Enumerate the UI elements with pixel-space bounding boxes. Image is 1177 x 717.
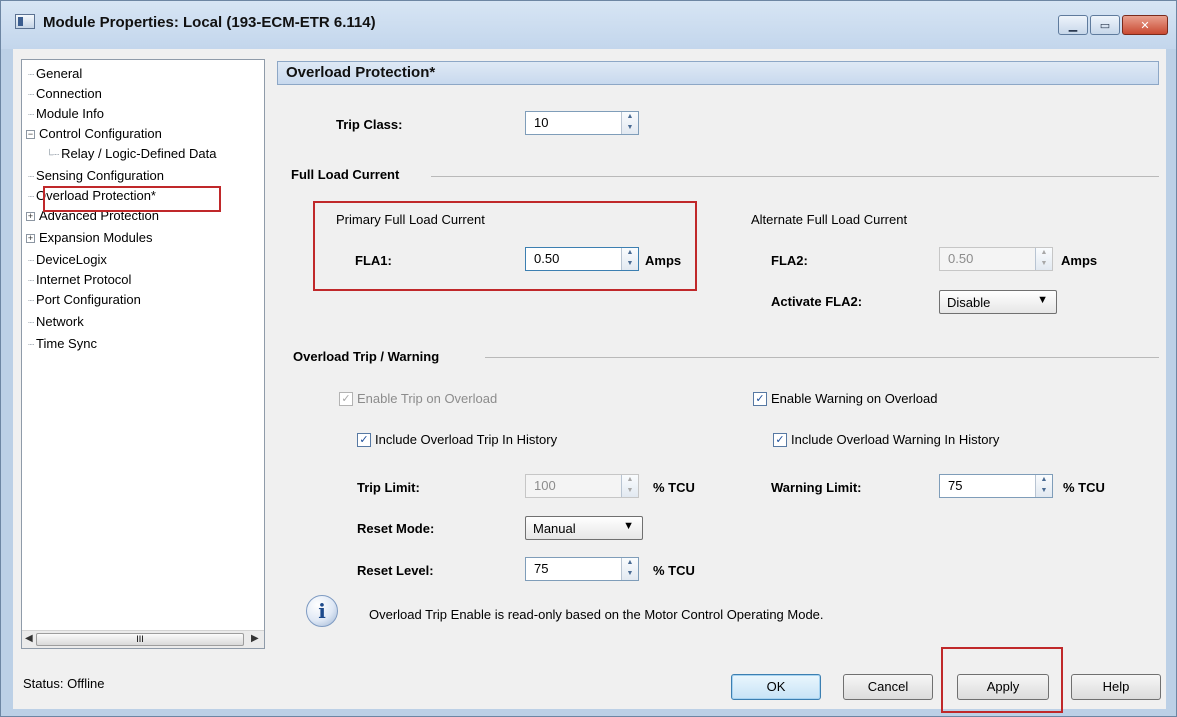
expand-icon[interactable]: +	[26, 212, 35, 222]
spin-up-icon[interactable]: ▲	[622, 558, 638, 569]
tree-item-connection[interactable]: ┈ Connection	[28, 84, 102, 104]
tree-item-port-configuration[interactable]: ┈ Port Configuration	[28, 290, 141, 310]
spin-down-icon: ▼	[1040, 260, 1048, 267]
warning-limit-spinner[interactable]: 75 ▲ ▼	[939, 474, 1053, 498]
scrollbar-thumb[interactable]: III	[36, 633, 244, 646]
fla2-spinner: 0.50 ▲ ▼	[939, 247, 1053, 271]
highlight-overload-protection	[43, 186, 221, 212]
fla2-label: FLA2:	[771, 253, 808, 268]
section-full-load-current: Full Load Current	[291, 167, 400, 182]
collapse-icon[interactable]: −	[26, 130, 35, 140]
checkmark-icon: ✓	[773, 432, 787, 447]
tree-item-sensing-configuration[interactable]: ┈ Sensing Configuration	[28, 166, 164, 186]
spin-up-icon[interactable]: ▲	[622, 112, 638, 123]
trip-limit-label: Trip Limit:	[357, 480, 420, 495]
tree-item-internet-protocol[interactable]: ┈ Internet Protocol	[28, 270, 131, 290]
checkmark-icon: ✓	[357, 432, 371, 447]
spin-down-icon[interactable]: ▼	[622, 123, 638, 134]
checkmark-icon: ✓	[753, 391, 767, 406]
primary-fla-title: Primary Full Load Current	[336, 212, 485, 227]
close-button[interactable]: ✕	[1122, 15, 1168, 35]
trip-limit-spinner: 100 ▲ ▼	[525, 474, 639, 498]
warning-limit-units: % TCU	[1063, 480, 1105, 495]
include-trip-history-checkbox[interactable]: ✓ Include Overload Trip In History	[357, 432, 557, 447]
section-divider	[431, 176, 1159, 177]
minimize-icon: ▁	[1068, 19, 1078, 32]
spin-up-icon: ▲	[1040, 249, 1048, 256]
checkmark-icon: ✓	[339, 391, 353, 406]
tree-horizontal-scrollbar[interactable]: ◀ III ▶	[22, 630, 264, 648]
activate-fla2-select[interactable]: Disable ▼	[939, 290, 1057, 314]
spin-down-icon[interactable]: ▼	[622, 569, 638, 580]
reset-mode-label: Reset Mode:	[357, 521, 435, 536]
ok-button[interactable]: OK	[731, 674, 821, 700]
info-message: Overload Trip Enable is read-only based …	[369, 607, 824, 622]
tree-item-network[interactable]: ┈ Network	[28, 312, 84, 332]
expand-icon[interactable]: +	[26, 234, 35, 244]
category-tree[interactable]: ┈ General ┈ Connection ┈ Module Info − Contr…	[21, 59, 265, 649]
status-value: Offline	[67, 676, 105, 691]
tree-item-devicelogix[interactable]: ┈ DeviceLogix	[28, 250, 107, 270]
info-icon: i	[306, 595, 338, 627]
maximize-icon: ▭	[1099, 19, 1111, 32]
tree-item-expansion-modules[interactable]: + Expansion Modules	[26, 228, 152, 248]
help-button[interactable]: Help	[1071, 674, 1161, 700]
trip-class-label: Trip Class:	[336, 117, 403, 132]
trip-limit-units: % TCU	[653, 480, 695, 495]
cancel-button[interactable]: Cancel	[843, 674, 933, 700]
reset-level-spinner[interactable]: 75 ▲ ▼	[525, 557, 639, 581]
chevron-down-icon: ▼	[1037, 294, 1048, 306]
minimize-button[interactable]: ▁	[1058, 15, 1088, 35]
tree-item-time-sync[interactable]: ┈ Time Sync	[28, 334, 97, 354]
status-line: Status: Offline	[23, 676, 105, 691]
trip-class-spinner[interactable]: 10 ▲ ▼	[525, 111, 639, 135]
fla1-label: FLA1:	[355, 253, 392, 268]
warning-limit-label: Warning Limit:	[771, 480, 862, 495]
include-warning-history-checkbox[interactable]: ✓ Include Overload Warning In History	[773, 432, 999, 447]
reset-level-units: % TCU	[653, 563, 695, 578]
maximize-button[interactable]: ▭	[1090, 15, 1120, 35]
alternate-fla-title: Alternate Full Load Current	[751, 212, 908, 227]
spin-down-icon[interactable]: ▼	[622, 259, 638, 270]
fla1-spinner[interactable]: 0.50 ▲ ▼	[525, 247, 639, 271]
spin-up-icon[interactable]: ▲	[1036, 475, 1052, 486]
scroll-right-icon[interactable]: ▶	[251, 633, 259, 644]
reset-level-label: Reset Level:	[357, 563, 434, 578]
tree-item-control-configuration[interactable]: − Control Configuration	[26, 124, 162, 144]
section-divider	[485, 357, 1159, 358]
scroll-left-icon[interactable]: ◀	[25, 633, 33, 644]
reset-mode-select[interactable]: Manual ▼	[525, 516, 643, 540]
highlight-apply-button	[941, 647, 1063, 713]
page-title: Overload Protection*	[277, 61, 1159, 85]
module-properties-window: Module Properties: Local (193-ECM-ETR 6.…	[0, 0, 1177, 717]
enable-warning-checkbox[interactable]: ✓ Enable Warning on Overload	[753, 391, 937, 406]
spin-up-icon: ▲	[626, 476, 634, 483]
section-overload-trip-warning: Overload Trip / Warning	[293, 349, 440, 364]
chevron-down-icon: ▼	[623, 520, 634, 532]
fla2-units: Amps	[1061, 253, 1098, 268]
activate-fla2-label: Activate FLA2:	[771, 294, 863, 309]
tree-item-module-info[interactable]: ┈ Module Info	[28, 104, 104, 124]
tree-item-relay-logic-defined-data[interactable]: └┈ Relay / Logic-Defined Data	[46, 144, 216, 164]
enable-trip-checkbox: ✓ Enable Trip on Overload	[339, 391, 497, 406]
spin-down-icon: ▼	[626, 487, 634, 494]
window-title: Module Properties: Local (193-ECM-ETR 6.…	[43, 14, 376, 31]
title-bar[interactable]: Module Properties: Local (193-ECM-ETR 6.…	[1, 1, 1176, 49]
close-icon: ✕	[1140, 19, 1150, 32]
fla1-units: Amps	[645, 253, 682, 268]
tree-item-general[interactable]: ┈ General	[28, 64, 82, 84]
spin-down-icon[interactable]: ▼	[1036, 486, 1052, 497]
spin-up-icon[interactable]: ▲	[622, 248, 638, 259]
app-icon	[15, 14, 35, 29]
